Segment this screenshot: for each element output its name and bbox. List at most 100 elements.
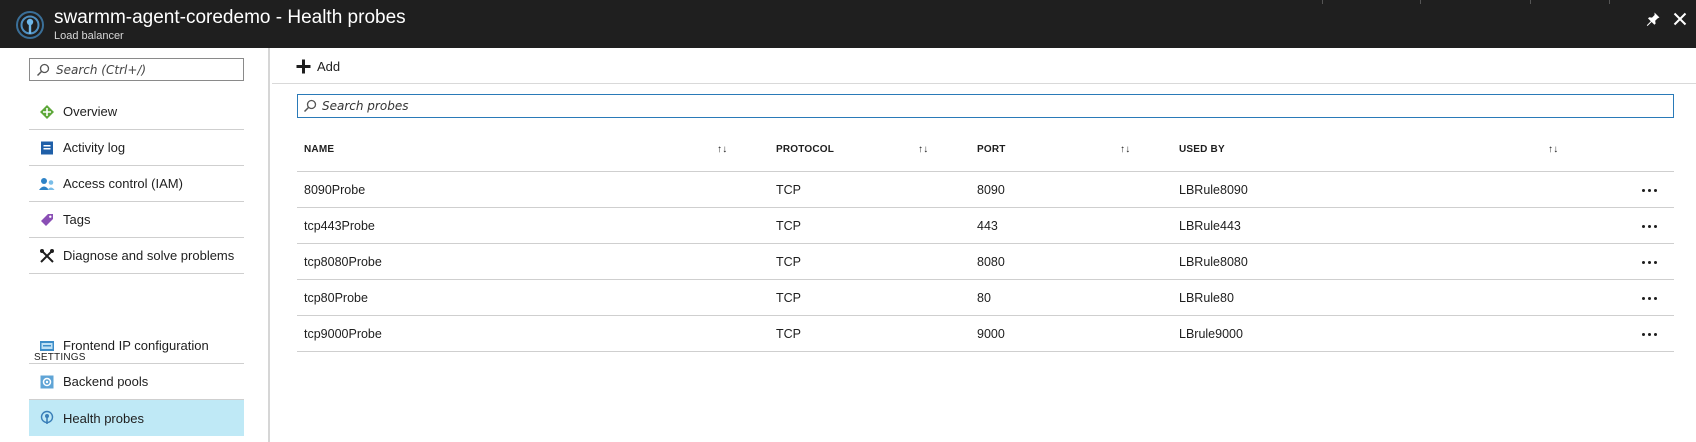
- row-more-options-button[interactable]: [1637, 218, 1661, 234]
- column-header-port[interactable]: PORT: [977, 126, 1006, 172]
- menu-item-activity-log[interactable]: Activity log: [29, 130, 244, 166]
- ellipsis-icon: [1647, 296, 1651, 300]
- row-more-options-button[interactable]: [1637, 254, 1661, 270]
- probe-protocol: TCP: [776, 183, 801, 197]
- table-header: NAME ↑↓ PROTOCOL ↑↓ PORT ↑↓ USED BY ↑↓: [297, 126, 1674, 172]
- probes-table: NAME ↑↓ PROTOCOL ↑↓ PORT ↑↓ USED BY ↑↓ 8…: [297, 126, 1674, 352]
- probe-name: 8090Probe: [304, 183, 366, 197]
- row-more-options-button[interactable]: [1637, 182, 1661, 198]
- activity-log-icon: [31, 140, 63, 156]
- page-title: swarmm-agent-coredemo - Health probes: [54, 7, 406, 28]
- iam-icon: [31, 176, 63, 192]
- header-divider: [1420, 0, 1421, 4]
- menu-item-label: Tags: [63, 212, 91, 227]
- table-row[interactable]: tcp80Probe TCP 80 LBRule80: [297, 280, 1674, 316]
- menu-item-label: Overview: [63, 104, 118, 119]
- menu-item-access-control[interactable]: Access control (IAM): [29, 166, 244, 202]
- probes-search-input[interactable]: [322, 99, 1662, 113]
- close-icon: [1673, 12, 1687, 26]
- add-button[interactable]: Add: [296, 56, 340, 76]
- probe-protocol: TCP: [776, 255, 801, 269]
- add-button-label: Add: [317, 58, 341, 74]
- search-icon: [298, 99, 322, 113]
- resource-type-subtitle: Load balancer: [54, 30, 124, 42]
- menu-item-frontend-ip[interactable]: Frontend IP configuration: [29, 328, 244, 364]
- column-header-label: PORT: [977, 143, 1006, 155]
- column-header-label: PROTOCOL: [776, 143, 835, 155]
- ellipsis-icon: [1653, 332, 1657, 336]
- sort-arrows-icon[interactable]: ↑↓: [1548, 126, 1558, 172]
- table-row[interactable]: 8090Probe TCP 8090 LBRule8090: [297, 172, 1674, 208]
- probe-name: tcp8080Probe: [304, 255, 382, 269]
- ellipsis-icon: [1647, 332, 1651, 336]
- ellipsis-icon: [1653, 224, 1657, 228]
- probe-port: 80: [977, 291, 991, 305]
- probe-used-by: LBRule8080: [1179, 255, 1248, 269]
- resource-menu: Overview Activity log Access control (IA…: [0, 48, 270, 442]
- menu-search-input[interactable]: [56, 62, 236, 77]
- probe-protocol: TCP: [776, 219, 801, 233]
- ellipsis-icon: [1653, 188, 1657, 192]
- probe-port: 9000: [977, 327, 1005, 341]
- frontend-ip-icon: [31, 339, 63, 353]
- row-more-options-button[interactable]: [1637, 290, 1661, 306]
- menu-search-box[interactable]: [29, 58, 244, 81]
- pin-icon: [1646, 12, 1660, 26]
- search-icon: [30, 63, 56, 77]
- probes-search-box[interactable]: [297, 94, 1674, 118]
- menu-item-tags[interactable]: Tags: [29, 202, 244, 238]
- column-header-protocol[interactable]: PROTOCOL: [776, 126, 834, 172]
- table-row[interactable]: tcp8080Probe TCP 8080 LBRule8080: [297, 244, 1674, 280]
- ellipsis-icon: [1641, 296, 1645, 300]
- probe-name: tcp80Probe: [304, 291, 368, 305]
- ellipsis-icon: [1641, 188, 1645, 192]
- ellipsis-icon: [1653, 260, 1657, 264]
- ellipsis-icon: [1647, 224, 1651, 228]
- column-header-name[interactable]: NAME: [304, 126, 334, 172]
- menu-item-label: Health probes: [63, 410, 144, 426]
- probe-port: 8090: [977, 183, 1005, 197]
- overview-icon: [31, 104, 63, 120]
- probe-port: 8080: [977, 255, 1005, 269]
- ellipsis-icon: [1647, 260, 1651, 264]
- column-header-label: USED BY: [1179, 143, 1225, 155]
- wrench-icon: [31, 248, 63, 264]
- menu-item-health-probes[interactable]: Health probes: [29, 400, 244, 436]
- menu-item-label: Activity log: [63, 140, 126, 155]
- header-divider: [1322, 0, 1323, 4]
- menu-item-label: Access control (IAM): [63, 176, 183, 191]
- blade-header: swarmm-agent-coredemo - Health probes Lo…: [0, 0, 1696, 48]
- probe-used-by: LBRule443: [1179, 219, 1241, 233]
- command-bar: Add: [272, 48, 1696, 84]
- probe-protocol: TCP: [776, 291, 801, 305]
- menu-item-overview[interactable]: Overview: [29, 94, 244, 130]
- menu-item-diagnose[interactable]: Diagnose and solve problems: [29, 238, 244, 274]
- probe-protocol: TCP: [776, 327, 801, 341]
- pin-button[interactable]: [1642, 8, 1664, 30]
- column-header-label: NAME: [304, 143, 335, 155]
- sort-arrows-icon[interactable]: ↑↓: [918, 126, 928, 172]
- header-divider: [1530, 0, 1531, 4]
- probe-port: 443: [977, 219, 998, 233]
- table-row[interactable]: tcp443Probe TCP 443 LBRule443: [297, 208, 1674, 244]
- ellipsis-icon: [1653, 296, 1657, 300]
- sort-arrows-icon[interactable]: ↑↓: [1120, 126, 1130, 172]
- load-balancer-logo-icon: [15, 10, 45, 40]
- backend-pool-icon: [31, 374, 63, 390]
- ellipsis-icon: [1641, 260, 1645, 264]
- row-more-options-button[interactable]: [1637, 326, 1661, 342]
- probe-name: tcp9000Probe: [304, 327, 382, 341]
- health-probes-blade: Add NAME ↑↓ PROTOCOL ↑↓ PORT ↑↓: [272, 48, 1696, 442]
- plus-icon: [296, 59, 311, 73]
- sort-arrows-icon[interactable]: ↑↓: [717, 126, 727, 172]
- menu-item-label: Diagnose and solve problems: [63, 248, 235, 263]
- table-row[interactable]: tcp9000Probe TCP 9000 LBrule9000: [297, 316, 1674, 352]
- column-header-used-by[interactable]: USED BY: [1179, 126, 1225, 172]
- tag-icon: [31, 212, 63, 228]
- ellipsis-icon: [1641, 224, 1645, 228]
- header-divider: [1609, 0, 1610, 4]
- probe-used-by: LBrule9000: [1179, 327, 1243, 341]
- health-probe-icon: [31, 410, 63, 426]
- close-button[interactable]: [1669, 8, 1691, 30]
- menu-item-backend-pools[interactable]: Backend pools: [29, 364, 244, 400]
